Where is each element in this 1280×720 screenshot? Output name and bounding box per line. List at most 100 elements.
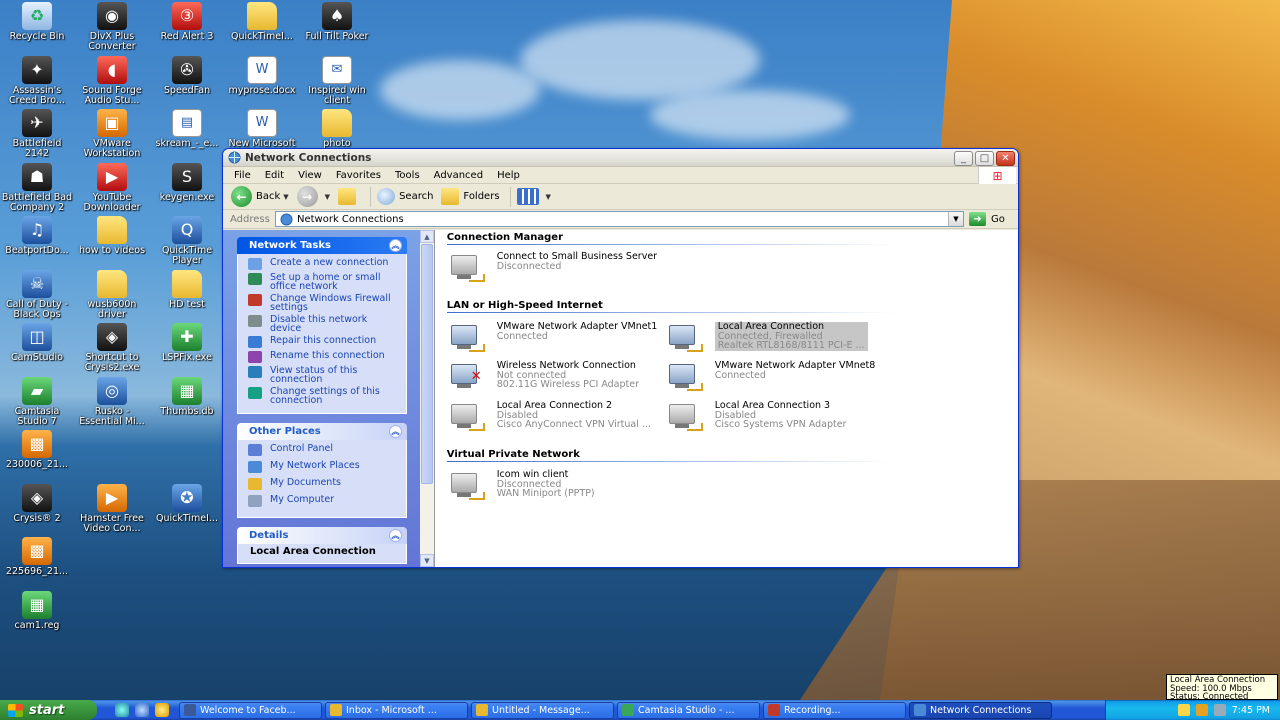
tray-icon[interactable] xyxy=(1213,704,1226,716)
desktop-icon[interactable]: ✈ Battlefield 2142 xyxy=(0,109,74,159)
desktop-icon[interactable]: ③ Red Alert 3 xyxy=(150,2,224,42)
network-task-item[interactable]: Set up a home or small office network xyxy=(248,273,400,291)
desktop-icon[interactable]: ♠ Full Tilt Poker xyxy=(300,2,374,42)
desktop-icon[interactable]: ◈ Shortcut to Crysis2.exe xyxy=(75,323,149,373)
maximize-button[interactable]: □ xyxy=(975,151,994,166)
connection-item[interactable]: Icom win client Disconnected WAN Miniport … xyxy=(449,470,659,502)
desktop-icon[interactable]: ✦ Assassin's Creed Bro... xyxy=(0,55,74,106)
desktop-icon[interactable]: ◫ CamStudio xyxy=(0,323,74,363)
start-button[interactable]: start xyxy=(0,700,97,720)
search-button[interactable]: Search xyxy=(377,188,433,205)
clock[interactable]: 7:45 PM xyxy=(1232,705,1270,716)
taskbar-button[interactable]: Camtasia Studio - ... xyxy=(617,701,760,719)
chevron-down-icon[interactable]: ▼ xyxy=(948,212,963,226)
desktop-icon[interactable]: ✚ LSPFix.exe xyxy=(150,323,224,363)
other-place-item[interactable]: My Network Places xyxy=(248,461,400,473)
scroll-up-icon[interactable]: ▲ xyxy=(420,230,434,243)
up-folder-button[interactable] xyxy=(338,188,360,205)
menu-item-favorites[interactable]: Favorites xyxy=(329,170,388,181)
desktop-icon[interactable]: ◉ DivX Plus Converter xyxy=(75,2,149,52)
network-tray-icon[interactable] xyxy=(1195,704,1208,716)
close-button[interactable]: ✕ xyxy=(996,151,1015,166)
desktop-icon[interactable]: ☠ Call of Duty - Black Ops xyxy=(0,269,74,320)
menu-item-tools[interactable]: Tools xyxy=(388,170,427,181)
connection-item[interactable]: Local Area Connection 2 Disabled Cisco Any… xyxy=(449,401,659,433)
desktop-icon[interactable]: ▦ cam1.reg xyxy=(0,590,74,631)
desktop-icon[interactable]: QuickTimeI... xyxy=(225,2,299,42)
taskbar-button[interactable]: Network Connections xyxy=(909,701,1052,719)
desktop-icon[interactable]: ▣ VMware Workstation xyxy=(75,109,149,159)
title-bar[interactable]: Network Connections _ □ ✕ xyxy=(223,149,1018,167)
menu-item-advanced[interactable]: Advanced xyxy=(427,170,490,181)
desktop-icon[interactable]: photo xyxy=(300,109,374,149)
desktop-icon[interactable]: Wmyprose.docx xyxy=(225,55,299,96)
desktop-icon[interactable]: ♻ Recycle Bin xyxy=(0,2,74,42)
taskbar-button[interactable]: Untitled - Message... xyxy=(471,701,614,719)
other-place-item[interactable]: Control Panel xyxy=(248,444,400,456)
tray-icon[interactable] xyxy=(1177,704,1190,716)
desktop-icon[interactable]: ▩ 225696_21... xyxy=(0,537,74,577)
network-task-item[interactable]: Rename this connection xyxy=(248,351,400,363)
desktop-icon[interactable]: Q QuickTime Player xyxy=(150,216,224,266)
desktop-icon[interactable]: wusb600n driver xyxy=(75,269,149,320)
desktop-icon[interactable]: ▦ Thumbs.db xyxy=(150,376,224,417)
connection-item[interactable]: Local Area Connection 3 Disabled Cisco Sys… xyxy=(667,401,877,433)
other-place-item[interactable]: My Computer xyxy=(248,495,400,507)
desktop-icon[interactable]: ✇ SpeedFan xyxy=(150,55,224,96)
desktop-icon[interactable]: ▶ YouTube Downloader xyxy=(75,162,149,213)
desktop-icon[interactable]: ◖ Sound Forge Audio Stu... xyxy=(75,55,149,106)
menu-item-help[interactable]: Help xyxy=(490,170,527,181)
connection-item[interactable]: Local Area Connection Connected, Firewall… xyxy=(667,322,877,354)
desktop-icon[interactable]: ☗ Battlefield Bad Company 2 xyxy=(0,162,74,213)
network-task-item[interactable]: View status of this connection xyxy=(248,366,400,384)
minimize-button[interactable]: _ xyxy=(954,151,973,166)
other-places-header[interactable]: Other Places ︽ xyxy=(237,423,407,440)
internet-explorer-icon[interactable] xyxy=(135,703,149,717)
menu-item-file[interactable]: File xyxy=(227,170,258,181)
network-tasks-header[interactable]: Network Tasks ︽ xyxy=(237,237,407,254)
quick-launch-icon[interactable] xyxy=(115,703,129,717)
desktop-icon[interactable]: how to videos xyxy=(75,216,149,256)
chevron-down-icon[interactable]: ▼ xyxy=(283,193,288,201)
desktop-icon[interactable]: HD test xyxy=(150,269,224,310)
views-button[interactable]: ▼ xyxy=(516,188,551,205)
back-button[interactable]: ← Back ▼ xyxy=(231,186,289,207)
desktop-icon[interactable]: ♫ BeatportDo... xyxy=(0,216,74,256)
chevron-down-icon[interactable]: ▼ xyxy=(325,193,330,201)
desktop-icon[interactable]: ▩ 230006_21... xyxy=(0,430,74,470)
other-place-item[interactable]: My Documents xyxy=(248,478,400,490)
task-pane-scrollbar[interactable]: ▲ ▼ xyxy=(420,230,434,567)
desktop-icon[interactable]: ✉ Inspired win client xyxy=(300,55,374,106)
desktop-icon[interactable]: ◎ Rusko - Essential Mi... xyxy=(75,376,149,427)
folders-button[interactable]: Folders xyxy=(441,188,500,205)
connection-item[interactable]: VMware Network Adapter VMnet8 Connected xyxy=(667,361,877,393)
desktop-icon[interactable]: ▶ Hamster Free Video Con... xyxy=(75,483,149,534)
desktop-icon[interactable]: ▰ Camtasia Studio 7 xyxy=(0,376,74,427)
taskbar-button[interactable]: Recording... xyxy=(763,701,906,719)
outlook-icon[interactable] xyxy=(155,703,169,717)
scrollbar-thumb[interactable] xyxy=(421,244,433,484)
details-header[interactable]: Details ︽ xyxy=(237,527,407,544)
taskbar-button[interactable]: Inbox - Microsoft ... xyxy=(325,701,468,719)
collapse-icon[interactable]: ︽ xyxy=(389,425,402,438)
menu-item-edit[interactable]: Edit xyxy=(258,170,291,181)
desktop-icon[interactable]: ✪ QuickTimeI... xyxy=(150,483,224,524)
connection-item[interactable]: VMware Network Adapter VMnet1 Connected xyxy=(449,322,659,354)
connection-item[interactable]: Connect to Small Business Server Disconne… xyxy=(449,252,659,284)
network-task-item[interactable]: Change Windows Firewall settings xyxy=(248,294,400,312)
go-button[interactable]: ➜ Go xyxy=(969,212,1005,226)
menu-item-view[interactable]: View xyxy=(291,170,329,181)
network-task-item[interactable]: Repair this connection xyxy=(248,336,400,348)
network-task-item[interactable]: Create a new connection xyxy=(248,258,400,270)
network-task-item[interactable]: Change settings of this connection xyxy=(248,387,400,405)
collapse-icon[interactable]: ︽ xyxy=(389,529,402,542)
address-input[interactable]: Network Connections ▼ xyxy=(275,211,964,227)
desktop-icon[interactable]: ▤ skream_-_e... xyxy=(150,109,224,149)
collapse-icon[interactable]: ︽ xyxy=(389,239,402,252)
forward-button[interactable]: → ▼ xyxy=(296,186,330,207)
network-task-item[interactable]: Disable this network device xyxy=(248,315,400,333)
taskbar-button[interactable]: Welcome to Faceb... xyxy=(179,701,322,719)
connection-item[interactable]: ✕ Wireless Network Connection Not connecte… xyxy=(449,361,659,393)
scroll-down-icon[interactable]: ▼ xyxy=(420,554,434,567)
desktop-icon[interactable]: ◈ Crysis® 2 xyxy=(0,483,74,524)
